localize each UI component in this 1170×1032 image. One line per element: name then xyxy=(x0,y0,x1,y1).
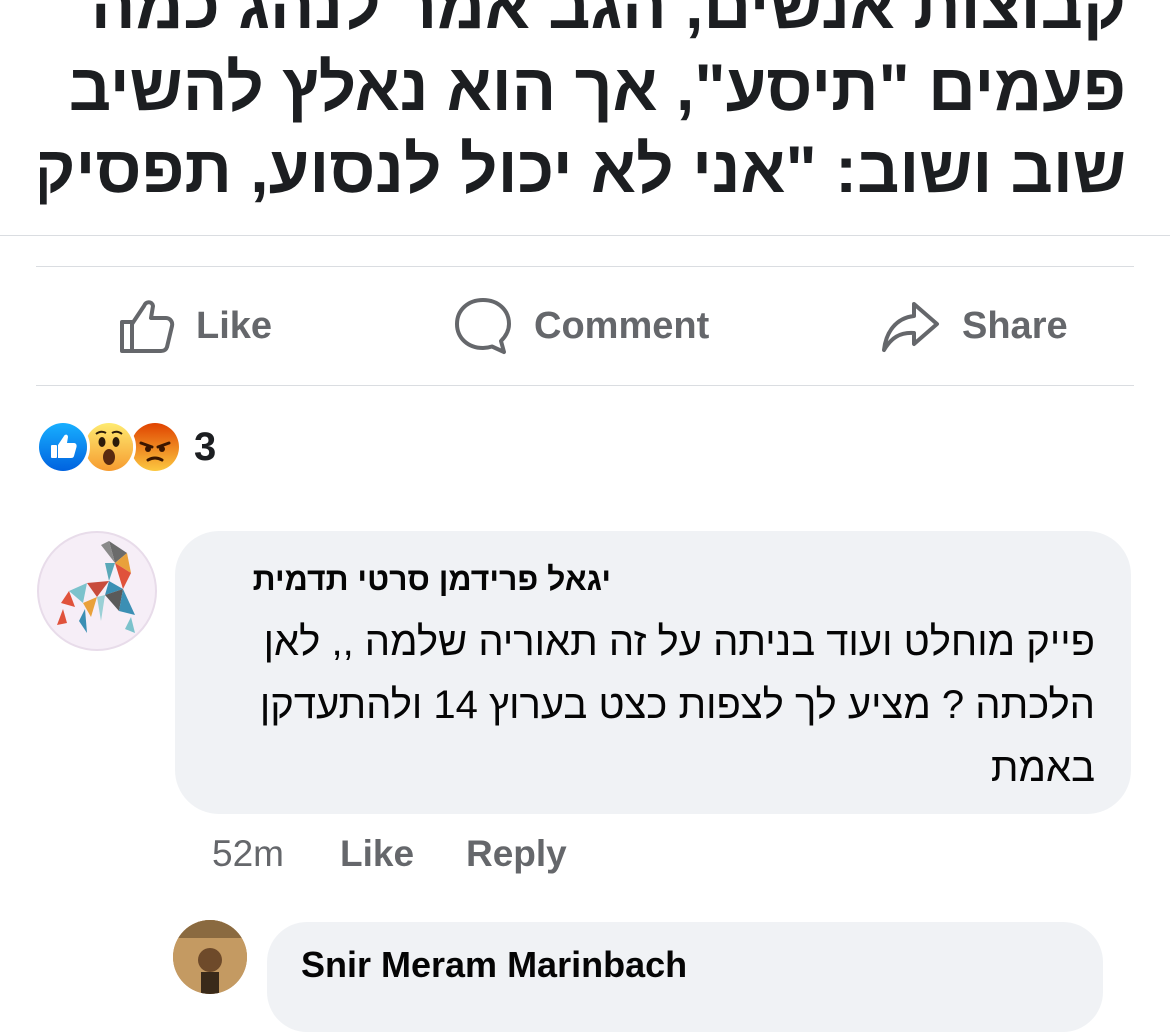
like-button[interactable]: Like xyxy=(116,291,272,361)
speech-bubble-icon xyxy=(452,295,514,357)
person-photo-icon xyxy=(173,920,247,994)
comment-text-line: פייק מוחלט ועוד בניתה על זה תאוריה שלמה … xyxy=(263,620,1095,664)
headline-divider xyxy=(0,235,1170,236)
like-reaction-icon xyxy=(36,420,90,474)
commenter-avatar[interactable] xyxy=(37,531,157,651)
comment-meta: 52m xyxy=(212,830,284,878)
geometric-horse-logo-icon xyxy=(57,541,135,633)
post-headline: קבוצות אנשים, הגב אמר לנהג כמה פעמים "תי… xyxy=(40,0,1126,210)
reply-bubble[interactable]: Snir Meram Marinbach xyxy=(267,922,1103,1032)
comment-label: Comment xyxy=(534,304,710,347)
reaction-summary[interactable]: 3 xyxy=(36,420,217,474)
reaction-count: 3 xyxy=(194,424,217,469)
comment-text-line: הלכתה ? מציע לך לצפות כצט בערוץ 14 ולהתע… xyxy=(259,683,1095,727)
wow-reaction-icon xyxy=(82,420,136,474)
headline-line: שוב ושוב: "אני לא יכול לנסוע, תפסיקי" xyxy=(40,132,1126,206)
headline-line: פעמים "תיסע", אך הוא נאלץ להשיב xyxy=(68,50,1126,124)
comment-reply-container: Reply xyxy=(466,830,567,878)
comment-button[interactable]: Comment xyxy=(452,291,709,361)
comment-author[interactable]: יגאל פרידמן סרטי תדמית xyxy=(253,561,611,598)
comment-like-button[interactable]: Like xyxy=(340,833,414,875)
like-label: Like xyxy=(196,304,273,347)
actions-bottom-divider xyxy=(36,385,1134,386)
comment-reply-button[interactable]: Reply xyxy=(466,833,567,875)
comment-bubble[interactable]: יגאל פרידמן סרטי תדמית פייק מוחלט ועוד ב… xyxy=(175,531,1131,814)
comment-timestamp[interactable]: 52m xyxy=(212,833,284,875)
post-action-bar: Like Comment Share xyxy=(36,267,1134,385)
angry-reaction-icon xyxy=(128,420,182,474)
share-button[interactable]: Share xyxy=(880,291,1068,361)
share-label: Share xyxy=(962,304,1068,347)
comment-like-container: Like xyxy=(340,830,414,878)
reply-author[interactable]: Snir Meram Marinbach xyxy=(301,944,687,986)
share-arrow-icon xyxy=(880,296,942,356)
thumbs-up-icon xyxy=(116,296,176,356)
reply-avatar[interactable] xyxy=(173,920,247,994)
headline-line: קבוצות אנשים, הגב אמר לנהג כמה xyxy=(90,0,1126,42)
comment-text: פייק מוחלט ועוד בניתה על זה תאוריה שלמה … xyxy=(195,611,1095,800)
comment-text-line: באמת xyxy=(990,746,1095,790)
